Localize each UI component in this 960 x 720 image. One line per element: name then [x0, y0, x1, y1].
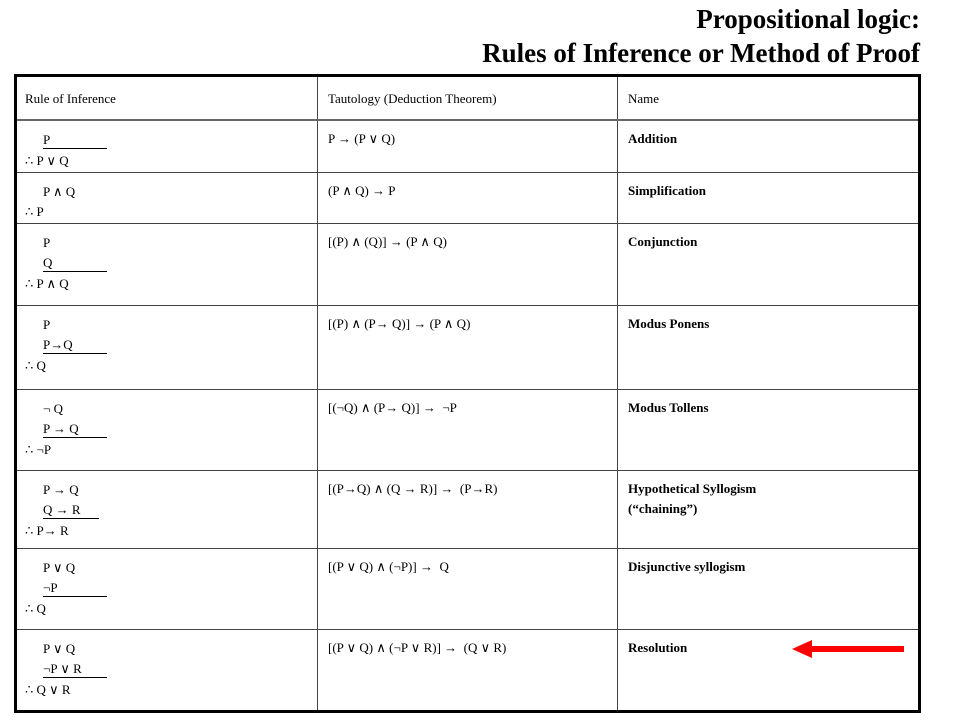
- rule-cell: ¬ Q P → Q ∴ ¬P: [15, 388, 318, 471]
- premise: ¬ Q: [43, 400, 63, 416]
- rule-cell: P ∴ P ∨ Q: [15, 119, 318, 173]
- conclusion: ∴ P ∧ Q: [25, 275, 69, 291]
- tautology-cell: [(P→Q) ∧ (Q → R)] → (P→R): [317, 469, 618, 549]
- table-row: P P→Q ∴ Q [(P) ∧ (P→ Q)] → (P ∧ Q) Modus…: [15, 304, 920, 390]
- red-arrow-icon: [792, 640, 904, 658]
- premise: P → Q: [43, 481, 79, 497]
- rule-name-note: (“chaining”): [628, 501, 698, 516]
- rule-cell: P Q ∴ P ∧ Q: [15, 222, 318, 306]
- table-row: P Q ∴ P ∧ Q [(P) ∧ (Q)] → (P ∧ Q) Conjun…: [15, 222, 920, 306]
- table-row: P ∴ P ∨ Q P → (P ∨ Q) Addition: [15, 119, 920, 173]
- table-row: ¬ Q P → Q ∴ ¬P [(¬Q) ∧ (P→ Q)] → ¬P Modu…: [15, 388, 920, 471]
- conclusion: ∴ ¬P: [25, 441, 52, 457]
- title-line-1: Propositional logic:: [696, 4, 920, 34]
- conclusion: ∴ P→ R: [25, 522, 69, 538]
- tautology-cell: (P ∧ Q) → P: [317, 171, 618, 224]
- premise: P: [43, 316, 51, 332]
- rules-of-inference-table: Rule of Inference Tautology (Deduction T…: [14, 74, 921, 713]
- name-cell: Modus Tollens: [617, 388, 920, 471]
- premise: P: [43, 234, 51, 250]
- premise: P ∨ Q: [43, 559, 76, 575]
- table-header-row: Rule of Inference Tautology (Deduction T…: [15, 75, 920, 121]
- tautology-cell: P → (P ∨ Q): [317, 119, 618, 173]
- tautology-cell: [(P) ∧ (Q)] → (P ∧ Q): [317, 222, 618, 306]
- premise: P→Q: [43, 336, 107, 354]
- rule-cell: P → Q Q → R ∴ P→ R: [15, 469, 318, 549]
- table-row: P → Q Q → R ∴ P→ R [(P→Q) ∧ (Q → R)] → (…: [15, 469, 920, 549]
- name-cell: Disjunctive syllogism: [617, 547, 920, 630]
- name-cell: Modus Ponens: [617, 304, 920, 390]
- premise: P ∨ Q: [43, 640, 76, 656]
- conclusion: ∴ P: [25, 204, 44, 219]
- premise: ¬P: [43, 579, 107, 597]
- tautology-cell: [(P ∨ Q) ∧ (¬P)] → Q: [317, 547, 618, 630]
- table-row: P ∨ Q ¬P ∴ Q [(P ∨ Q) ∧ (¬P)] → Q Disjun…: [15, 547, 920, 630]
- header-name: Name: [617, 75, 920, 121]
- premise: P: [43, 131, 107, 149]
- rule-cell: P ∨ Q ¬P ∴ Q: [15, 547, 318, 630]
- premise: Q: [43, 254, 107, 272]
- tautology-cell: [(¬Q) ∧ (P→ Q)] → ¬P: [317, 388, 618, 471]
- premise: P → Q: [43, 420, 107, 438]
- conclusion: ∴ Q: [25, 600, 46, 616]
- tautology-cell: [(P ∨ Q) ∧ (¬P ∨ R)] → (Q ∨ R): [317, 628, 618, 712]
- table-row: P ∨ Q ¬P ∨ R ∴ Q ∨ R [(P ∨ Q) ∧ (¬P ∨ R)…: [15, 628, 920, 712]
- premise: P ∧ Q: [43, 183, 76, 199]
- table-row: P ∧ Q ∴ P (P ∧ Q) → P Simplification: [15, 171, 920, 224]
- name-cell: Addition: [617, 119, 920, 173]
- header-tautology: Tautology (Deduction Theorem): [317, 75, 618, 121]
- rule-name: Hypothetical Syllogism: [628, 480, 757, 496]
- conclusion: ∴ Q ∨ R: [25, 681, 71, 697]
- premise: ¬P ∨ R: [43, 660, 107, 678]
- name-cell: Simplification: [617, 171, 920, 224]
- slide-title: Propositional logic: Rules of Inference …: [482, 2, 920, 70]
- premise: Q → R: [43, 501, 99, 519]
- rule-cell: P ∨ Q ¬P ∨ R ∴ Q ∨ R: [15, 628, 318, 712]
- name-cell: Conjunction: [617, 222, 920, 306]
- title-line-2: Rules of Inference or Method of Proof: [482, 38, 920, 68]
- conclusion: ∴ Q: [25, 357, 46, 373]
- rule-cell: P P→Q ∴ Q: [15, 304, 318, 390]
- tautology-cell: [(P) ∧ (P→ Q)] → (P ∧ Q): [317, 304, 618, 390]
- rule-cell: P ∧ Q ∴ P: [15, 171, 318, 224]
- conclusion: ∴ P ∨ Q: [25, 152, 69, 168]
- header-rule: Rule of Inference: [15, 75, 318, 121]
- name-cell: Hypothetical Syllogism (“chaining”): [617, 469, 920, 549]
